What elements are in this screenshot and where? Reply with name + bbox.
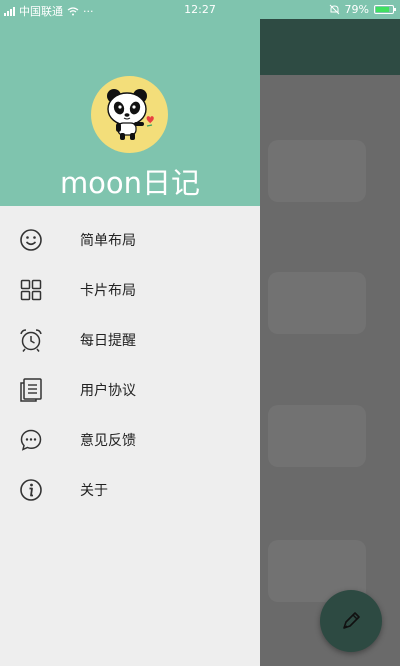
menu-item-daily-reminder[interactable]: 每日提醒 [0, 315, 260, 365]
menu-item-label: 卡片布局 [80, 283, 136, 299]
alarm-clock-icon [18, 327, 44, 353]
diary-card [268, 405, 366, 467]
navigation-drawer: moon日记 简单布局 卡片布局 每日提醒 用户协议 意见反馈 关于 [0, 0, 260, 666]
drawer-menu: 简单布局 卡片布局 每日提醒 用户协议 意见反馈 关于 [0, 215, 260, 515]
battery-icon [374, 5, 396, 14]
diary-card [268, 272, 366, 334]
menu-item-label: 用户协议 [80, 383, 136, 399]
battery-percent: 79% [344, 3, 369, 16]
write-diary-button[interactable] [320, 590, 382, 652]
menu-item-label: 关于 [80, 483, 108, 499]
drawer-header: moon日记 [0, 0, 260, 206]
app-title: moon日记 [59, 166, 201, 200]
smiley-icon [18, 227, 44, 253]
app-toolbar [260, 19, 400, 75]
diary-card [268, 140, 366, 202]
menu-item-label: 意见反馈 [80, 433, 136, 449]
info-icon [18, 477, 44, 503]
menu-item-simple-layout[interactable]: 简单布局 [0, 215, 260, 265]
chat-bubble-icon [18, 427, 44, 453]
avatar[interactable] [91, 76, 168, 153]
menu-item-card-layout[interactable]: 卡片布局 [0, 265, 260, 315]
grid-layout-icon [18, 277, 44, 303]
clock: 12:27 [184, 3, 216, 16]
menu-item-user-agreement[interactable]: 用户协议 [0, 365, 260, 415]
status-bar: 中国联通 ··· 12:27 79% [0, 0, 400, 19]
menu-item-label: 每日提醒 [80, 333, 136, 349]
menu-item-label: 简单布局 [80, 233, 136, 249]
pen-icon [343, 612, 360, 629]
menu-item-about[interactable]: 关于 [0, 465, 260, 515]
menu-item-feedback[interactable]: 意见反馈 [0, 415, 260, 465]
mute-bell-icon [329, 4, 339, 15]
panda-icon [107, 89, 154, 140]
document-icon [18, 377, 44, 403]
